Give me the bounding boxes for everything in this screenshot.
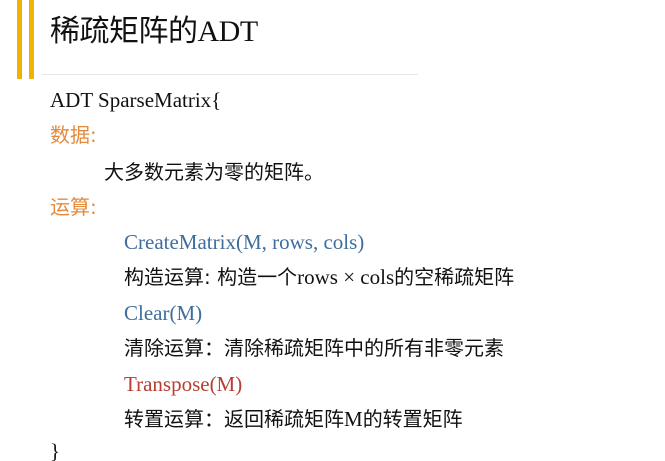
op-create-desc-part3: 的空稀疏矩阵 xyxy=(394,265,515,289)
adt-header: ADT SparseMatrix{ xyxy=(50,88,222,112)
op-transpose-desc-part3: 的转置矩阵 xyxy=(362,407,463,431)
op-create-desc-part2: rows × cols xyxy=(297,265,395,289)
op-transpose-desc-part1: 转置运算：返回稀疏矩阵 xyxy=(124,407,344,431)
operations-label: 运算: xyxy=(50,195,97,219)
op-clear-signature: Clear(M) xyxy=(124,301,203,325)
op-transpose-description: 转置运算：返回稀疏矩阵M的转置矩阵 xyxy=(124,405,463,433)
accent-bar-left xyxy=(17,0,22,79)
op-create-desc-part1: 构造运算: 构造一个 xyxy=(124,265,298,289)
op-transpose-desc-part2: M xyxy=(344,407,363,431)
op-create-matrix-signature: CreateMatrix(M, rows, cols) xyxy=(124,230,365,254)
slide-title: 稀疏矩阵的ADT xyxy=(50,12,258,52)
op-clear-description: 清除运算：清除稀疏矩阵中的所有非零元素 xyxy=(124,336,504,360)
op-transpose-signature: Transpose(M) xyxy=(124,372,243,396)
slide-title-latin: ADT xyxy=(197,15,259,48)
data-label: 数据: xyxy=(50,123,97,147)
adt-closing-brace: } xyxy=(50,439,61,461)
title-divider xyxy=(42,74,418,75)
accent-bar-right xyxy=(29,0,34,79)
slide-title-cjk: 稀疏矩阵的 xyxy=(50,14,198,49)
data-description: 大多数元素为零的矩阵。 xyxy=(104,160,324,184)
op-create-matrix-description: 构造运算: 构造一个rows × cols的空稀疏矩阵 xyxy=(124,263,514,291)
